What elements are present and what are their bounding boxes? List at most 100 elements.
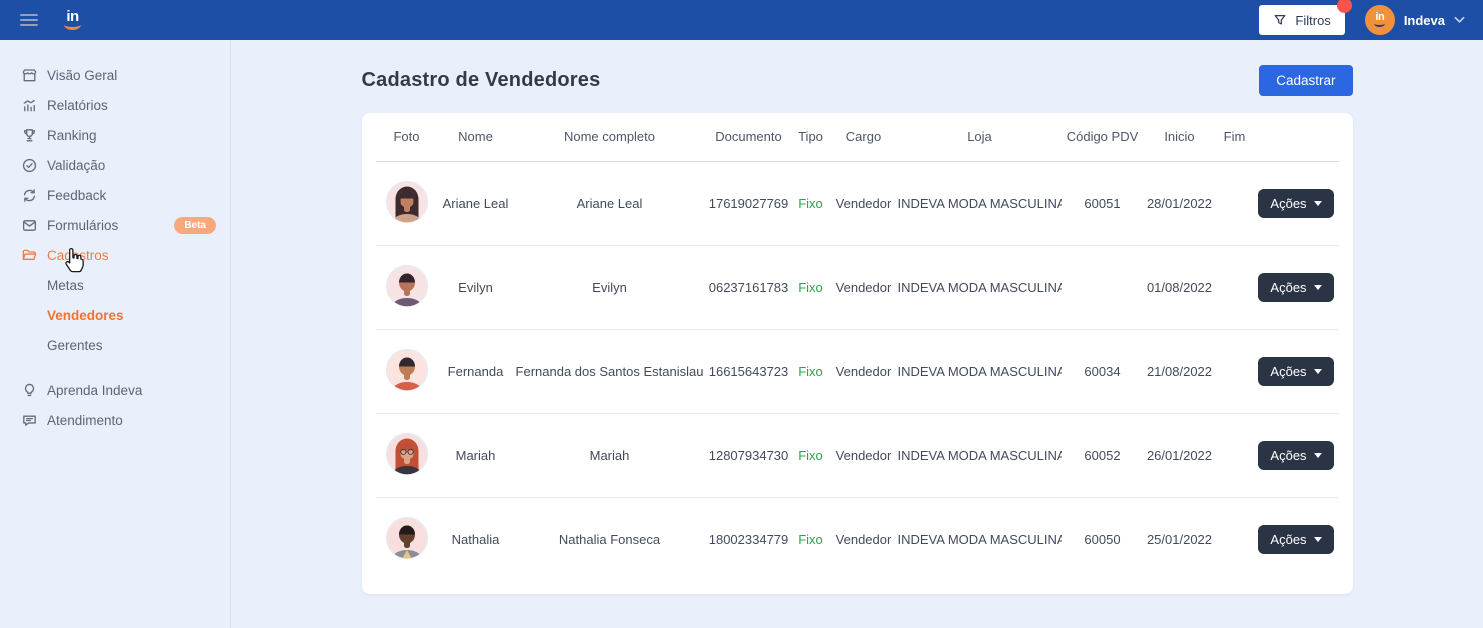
table-row: Nathalia Nathalia Fonseca 18002334779 Fi… [376, 497, 1339, 581]
cell-inicio: 26/01/2022 [1144, 413, 1216, 497]
row-actions-button[interactable]: Ações [1258, 189, 1333, 218]
cell-loja: INDEVA MODA MASCULINA [898, 245, 1062, 329]
avatar [385, 348, 429, 392]
storefront-icon [21, 67, 38, 84]
beta-badge: Beta [174, 217, 216, 234]
sidebar-item-metas[interactable]: Metas [0, 270, 230, 300]
user-name: Indeva [1404, 13, 1445, 28]
cell-documento: 16615643723 [706, 329, 792, 413]
cell-codigo-pdv: 60034 [1062, 329, 1144, 413]
cell-nome: Fernanda [438, 329, 514, 413]
chevron-down-icon [1454, 16, 1465, 24]
cell-nome: Ariane Leal [438, 161, 514, 245]
sidebar-item-atendimento[interactable]: Atendimento [0, 405, 230, 435]
cell-documento: 17619027769 [706, 161, 792, 245]
filters-label: Filtros [1295, 13, 1330, 28]
cell-cargo: Vendedor [830, 245, 898, 329]
cell-tipo: Fixo [792, 161, 830, 245]
notification-dot [1337, 0, 1352, 13]
sidebar-item-validacao[interactable]: Validação [0, 150, 230, 180]
col-header-nome-completo: Nome completo [514, 113, 706, 161]
cell-codigo-pdv [1062, 245, 1144, 329]
register-button[interactable]: Cadastrar [1259, 65, 1352, 96]
cell-nome: Nathalia [438, 497, 514, 581]
user-menu[interactable]: in Indeva [1365, 5, 1465, 35]
caret-down-icon [1314, 201, 1322, 206]
sidebar-item-formularios[interactable]: Formulários Beta [0, 210, 230, 240]
sidebar-item-relatorios[interactable]: Relatórios [0, 90, 230, 120]
sidebar-item-ranking[interactable]: Ranking [0, 120, 230, 150]
cell-inicio: 21/08/2022 [1144, 329, 1216, 413]
row-actions-button[interactable]: Ações [1258, 357, 1333, 386]
table-header-row: Foto Nome Nome completo Documento Tipo C… [376, 113, 1339, 161]
cell-nome: Mariah [438, 413, 514, 497]
filters-button[interactable]: Filtros [1259, 5, 1344, 35]
col-header-fim: Fim [1216, 113, 1254, 161]
cell-nome-completo: Ariane Leal [514, 161, 706, 245]
col-header-tipo: Tipo [792, 113, 830, 161]
avatar [385, 180, 429, 224]
user-avatar: in [1365, 5, 1395, 35]
cell-cargo: Vendedor [830, 329, 898, 413]
cell-tipo: Fixo [792, 329, 830, 413]
caret-down-icon [1314, 369, 1322, 374]
sidebar-item-cadastros[interactable]: Cadastros [0, 240, 230, 270]
table-row: Mariah Mariah 12807934730 Fixo Vendedor … [376, 413, 1339, 497]
cell-codigo-pdv: 60052 [1062, 413, 1144, 497]
sidebar: Visão Geral Relatórios Ranking Validação… [0, 40, 231, 628]
col-header-foto: Foto [376, 113, 438, 161]
cell-tipo: Fixo [792, 497, 830, 581]
cell-loja: INDEVA MODA MASCULINA [898, 329, 1062, 413]
logo-text: in [66, 10, 78, 23]
cell-fim [1216, 497, 1254, 581]
cell-fim [1216, 245, 1254, 329]
trophy-icon [21, 127, 38, 144]
cell-loja: INDEVA MODA MASCULINA [898, 497, 1062, 581]
col-header-documento: Documento [706, 113, 792, 161]
cell-codigo-pdv: 60051 [1062, 161, 1144, 245]
funnel-icon [1273, 13, 1287, 27]
sidebar-item-aprenda-indeva[interactable]: Aprenda Indeva [0, 375, 230, 405]
cell-nome: Evilyn [438, 245, 514, 329]
folder-open-icon [21, 247, 38, 264]
table-row: Evilyn Evilyn 06237161783 Fixo Vendedor … [376, 245, 1339, 329]
cell-codigo-pdv: 60050 [1062, 497, 1144, 581]
cell-inicio: 01/08/2022 [1144, 245, 1216, 329]
col-header-nome: Nome [438, 113, 514, 161]
bar-chart-icon [21, 97, 38, 114]
refresh-icon [21, 187, 38, 204]
sidebar-item-visao-geral[interactable]: Visão Geral [0, 60, 230, 90]
app-logo: in [64, 10, 81, 30]
sidebar-item-vendedores[interactable]: Vendedores [0, 300, 230, 330]
cell-documento: 06237161783 [706, 245, 792, 329]
avatar [385, 432, 429, 476]
row-actions-button[interactable]: Ações [1258, 273, 1333, 302]
caret-down-icon [1314, 453, 1322, 458]
cell-tipo: Fixo [792, 245, 830, 329]
sidebar-item-feedback[interactable]: Feedback [0, 180, 230, 210]
cell-loja: INDEVA MODA MASCULINA [898, 161, 1062, 245]
row-actions-button[interactable]: Ações [1258, 525, 1333, 554]
vendors-table: Foto Nome Nome completo Documento Tipo C… [376, 113, 1339, 581]
avatar [385, 516, 429, 560]
cell-documento: 12807934730 [706, 413, 792, 497]
table-body: Ariane Leal Ariane Leal 17619027769 Fixo… [376, 161, 1339, 581]
mail-icon [21, 217, 38, 234]
cell-inicio: 25/01/2022 [1144, 497, 1216, 581]
col-header-acoes [1254, 113, 1339, 161]
cell-cargo: Vendedor [830, 413, 898, 497]
cell-nome-completo: Fernanda dos Santos Estanislau [514, 329, 706, 413]
col-header-cargo: Cargo [830, 113, 898, 161]
hamburger-menu-icon[interactable] [20, 14, 38, 26]
topbar: in Filtros in Indeva [0, 0, 1483, 40]
row-actions-button[interactable]: Ações [1258, 441, 1333, 470]
cell-inicio: 28/01/2022 [1144, 161, 1216, 245]
col-header-codigo-pdv: Código PDV [1062, 113, 1144, 161]
caret-down-icon [1314, 285, 1322, 290]
cell-fim [1216, 329, 1254, 413]
table-row: Fernanda Fernanda dos Santos Estanislau … [376, 329, 1339, 413]
cell-nome-completo: Nathalia Fonseca [514, 497, 706, 581]
cell-nome-completo: Evilyn [514, 245, 706, 329]
sidebar-item-gerentes[interactable]: Gerentes [0, 330, 230, 360]
main-content: Cadastro de Vendedores Cadastrar Foto No… [231, 40, 1483, 628]
